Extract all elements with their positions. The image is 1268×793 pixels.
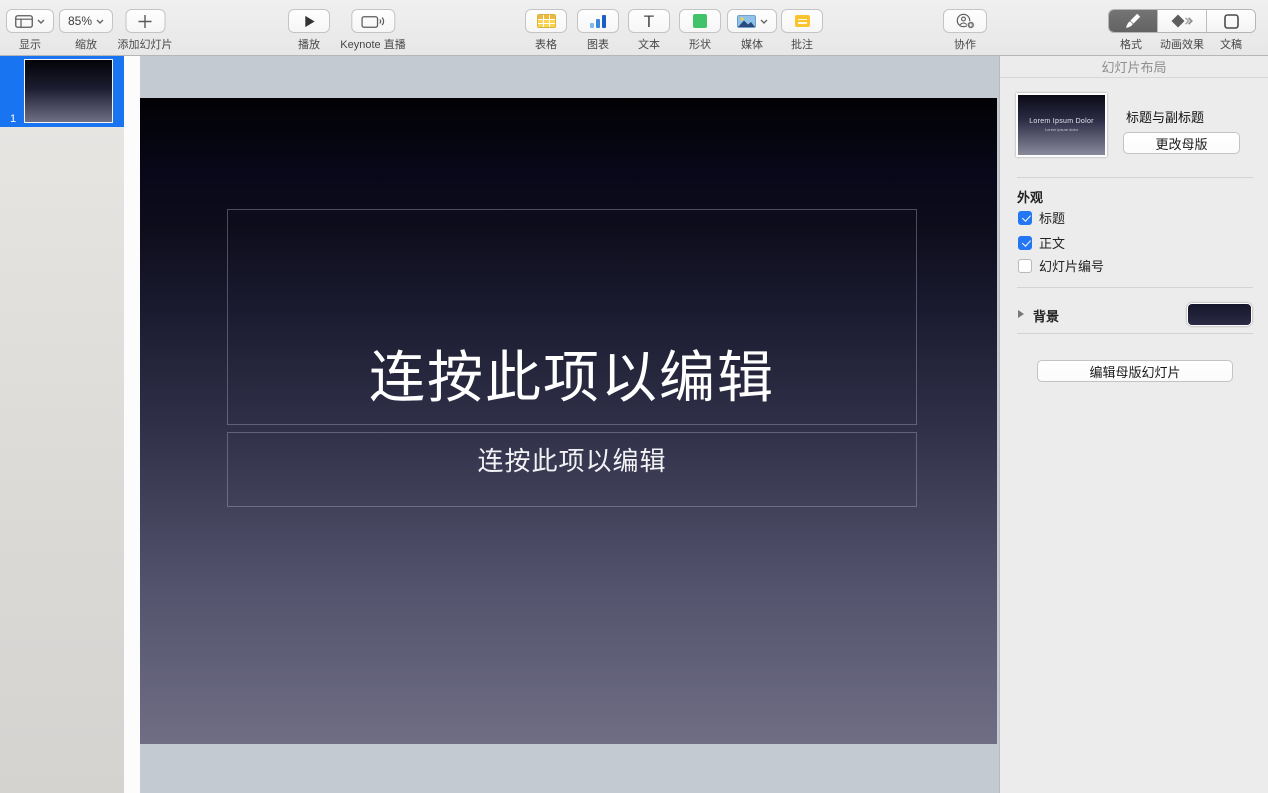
shape-button[interactable]: [679, 9, 721, 33]
animate-label: 动画效果: [1160, 36, 1204, 52]
add-slide-button[interactable]: [125, 9, 165, 33]
view-label: 显示: [19, 36, 41, 52]
chevron-down-icon: [760, 19, 768, 24]
plus-icon: [138, 14, 153, 29]
subtitle-placeholder-box[interactable]: 连按此项以编辑: [227, 432, 917, 507]
divider: [1017, 287, 1253, 288]
tab-format[interactable]: [1109, 10, 1158, 32]
background-label: 背景: [1033, 306, 1059, 325]
format-brush-icon: [1125, 13, 1141, 29]
edit-master-slide-button[interactable]: 编辑母版幻灯片: [1037, 360, 1233, 382]
slide-number: 1: [10, 113, 16, 125]
media-icon: [737, 15, 756, 28]
slide-thumbnail[interactable]: [24, 59, 113, 123]
navigator-divider: [124, 56, 140, 793]
collaborate-button[interactable]: [943, 9, 987, 33]
chevron-down-icon: [37, 19, 45, 24]
add-slide[interactable]: 添加幻灯片: [118, 9, 173, 52]
chart-button[interactable]: [577, 9, 619, 33]
slide-number-checkbox-label: 幻灯片编号: [1039, 256, 1104, 275]
comment-icon: [795, 15, 810, 27]
body-checkbox-label: 正文: [1039, 233, 1065, 252]
master-slide-thumbnail[interactable]: Lorem Ipsum Dolor Lorem ipsum dolor: [1016, 93, 1107, 157]
body-checkbox[interactable]: [1018, 236, 1032, 250]
tab-document[interactable]: [1207, 10, 1255, 32]
play-icon: [303, 15, 316, 28]
title-placeholder-text: 连按此项以编辑: [369, 346, 775, 424]
format-inspector: 幻灯片布局 Lorem Ipsum Dolor Lorem ipsum dolo…: [999, 56, 1268, 793]
collaborate-label: 协作: [954, 36, 976, 52]
title-checkbox-label: 标题: [1039, 208, 1065, 227]
insert-chart[interactable]: 图表: [577, 9, 619, 52]
table-icon: [537, 14, 556, 28]
media-button[interactable]: [727, 9, 777, 33]
comment-button[interactable]: [781, 9, 823, 33]
view-button[interactable]: [6, 9, 54, 33]
title-checkbox[interactable]: [1018, 211, 1032, 225]
inspector-title: 幻灯片布局: [1000, 56, 1268, 78]
slide-number-checkbox-row[interactable]: 幻灯片编号: [1018, 258, 1104, 273]
format-label: 格式: [1120, 36, 1142, 52]
shape-icon: [693, 14, 707, 28]
view-layout-icon: [15, 15, 33, 28]
keynote-live-button[interactable]: [351, 9, 395, 33]
keynote-window: 显示 85% 缩放 添加幻灯片 播放 Keynote 直播: [0, 0, 1268, 793]
document-label: 文稿: [1220, 36, 1242, 52]
tab-animate[interactable]: [1158, 10, 1207, 32]
slide-thumbnail-row[interactable]: 1: [0, 56, 124, 127]
zoom-value: 85%: [68, 14, 92, 28]
slide-canvas[interactable]: 连按此项以编辑 连按此项以编辑: [140, 56, 999, 793]
change-master-button[interactable]: 更改母版: [1123, 132, 1240, 154]
master-thumb-title: Lorem Ipsum Dolor: [1029, 118, 1094, 125]
background-color-well[interactable]: [1187, 303, 1252, 326]
insert-text[interactable]: T 文本: [628, 9, 670, 52]
animate-diamond-icon: [1171, 14, 1193, 28]
zoom-label: 缩放: [75, 36, 97, 52]
play-label: 播放: [298, 36, 320, 52]
keynote-live[interactable]: Keynote 直播: [340, 9, 405, 52]
inspector-segmented-control: [1108, 9, 1256, 33]
divider: [1017, 177, 1253, 178]
disclosure-triangle-icon[interactable]: [1018, 310, 1024, 318]
title-placeholder-box[interactable]: 连按此项以编辑: [227, 209, 917, 425]
chart-label: 图表: [587, 36, 609, 52]
zoom-menu[interactable]: 85% 缩放: [59, 9, 113, 52]
view-menu[interactable]: 显示: [6, 9, 54, 52]
appearance-label: 外观: [1017, 187, 1043, 206]
table-button[interactable]: [525, 9, 567, 33]
document-icon: [1224, 14, 1239, 29]
toolbar: 显示 85% 缩放 添加幻灯片 播放 Keynote 直播: [0, 0, 1268, 56]
zoom-button[interactable]: 85%: [59, 9, 113, 33]
play-button[interactable]: [288, 9, 330, 33]
table-label: 表格: [535, 36, 557, 52]
comment-label: 批注: [791, 36, 813, 52]
text-label: 文本: [638, 36, 660, 52]
title-checkbox-row[interactable]: 标题: [1018, 210, 1065, 225]
master-name: 标题与副标题: [1126, 107, 1204, 126]
insert-comment[interactable]: 批注: [781, 9, 823, 52]
shape-label: 形状: [689, 36, 711, 52]
background-row: 背景: [1018, 303, 1252, 326]
slide-number-checkbox[interactable]: [1018, 259, 1032, 273]
text-icon: T: [644, 13, 654, 30]
subtitle-placeholder-text: 连按此项以编辑: [477, 433, 666, 478]
chevron-down-icon: [96, 19, 104, 24]
slide-navigator: 1: [0, 56, 124, 793]
master-thumb-subtitle: Lorem ipsum dolor: [1045, 127, 1078, 132]
collaborate-icon: [955, 13, 975, 29]
divider: [1017, 333, 1253, 334]
chart-icon: [590, 15, 606, 28]
text-button[interactable]: T: [628, 9, 670, 33]
body-checkbox-row[interactable]: 正文: [1018, 235, 1065, 250]
media-label: 媒体: [741, 36, 763, 52]
collaborate[interactable]: 协作: [943, 9, 987, 52]
insert-media[interactable]: 媒体: [727, 9, 777, 52]
play[interactable]: 播放: [288, 9, 330, 52]
insert-shape[interactable]: 形状: [679, 9, 721, 52]
keynote-live-icon: [361, 15, 384, 28]
keynote-live-label: Keynote 直播: [340, 36, 405, 52]
slide-editor[interactable]: 连按此项以编辑 连按此项以编辑: [140, 98, 997, 744]
insert-table[interactable]: 表格: [525, 9, 567, 52]
add-slide-label: 添加幻灯片: [118, 36, 173, 52]
